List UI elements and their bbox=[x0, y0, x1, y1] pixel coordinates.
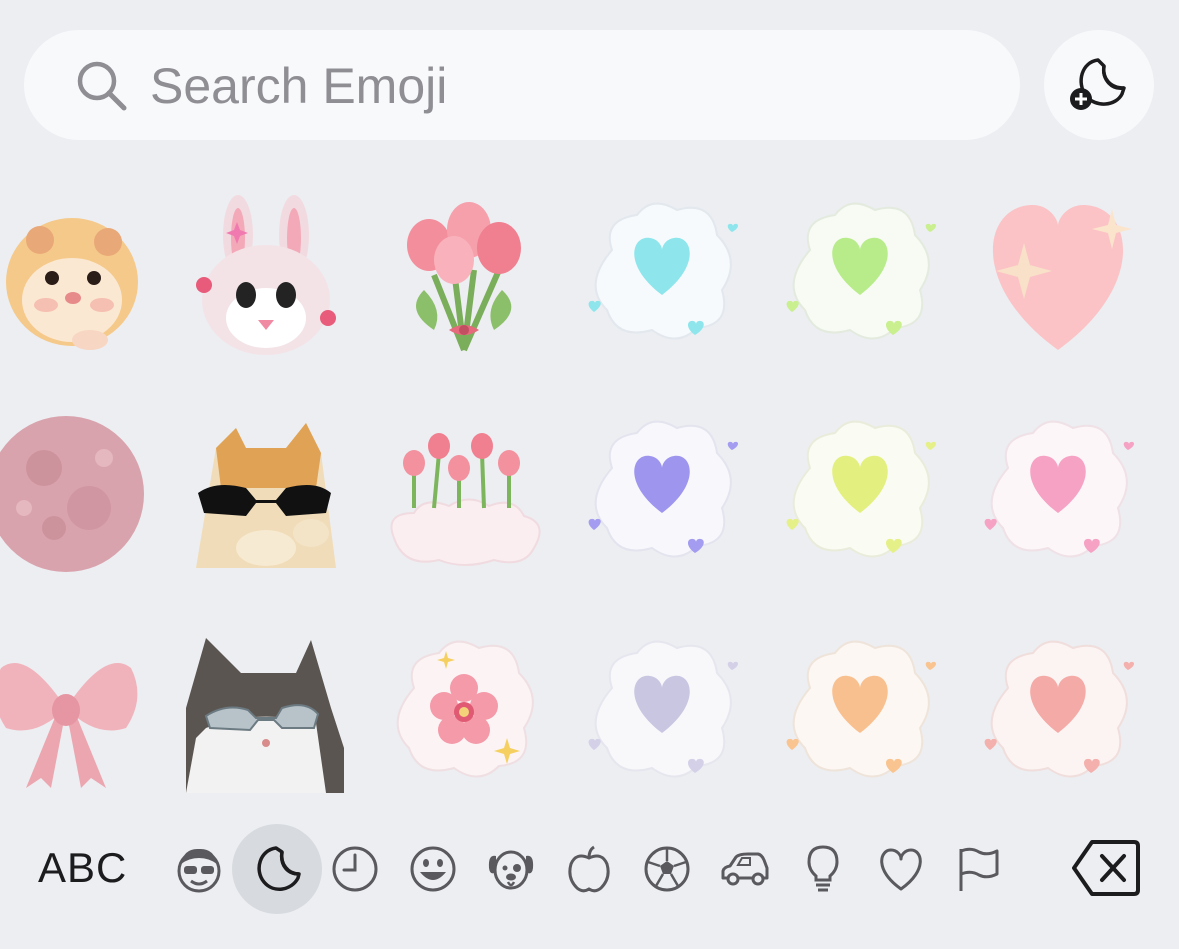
travel-car-icon bbox=[721, 852, 769, 886]
activity-ball-icon bbox=[644, 846, 690, 892]
sticker-tulips-on-cloud[interactable] bbox=[384, 408, 544, 578]
sticker-bunny-memoji[interactable] bbox=[186, 190, 346, 360]
add-sticker-button[interactable] bbox=[1044, 30, 1154, 140]
animal-icon bbox=[488, 850, 534, 890]
search-icon bbox=[77, 61, 127, 111]
sticker-pink-heart-cloud[interactable] bbox=[978, 408, 1138, 578]
category-animals[interactable] bbox=[466, 824, 556, 914]
category-smileys[interactable] bbox=[388, 824, 478, 914]
sticker-green-heart-cloud[interactable] bbox=[780, 190, 940, 360]
sticker-tulip-bouquet[interactable] bbox=[384, 190, 544, 360]
sticker-blue-heart-cloud[interactable] bbox=[582, 190, 742, 360]
sticker-cat-with-sunglasses[interactable] bbox=[186, 408, 346, 578]
delete-backspace-button[interactable] bbox=[1070, 838, 1142, 898]
sticker-lavender-heart-cloud[interactable] bbox=[582, 628, 742, 798]
category-symbols[interactable] bbox=[856, 824, 946, 914]
sticker-pink-moon[interactable] bbox=[0, 408, 144, 578]
sticker-flower-cloud[interactable] bbox=[384, 628, 544, 798]
category-flags[interactable] bbox=[934, 824, 1024, 914]
category-food[interactable] bbox=[544, 824, 634, 914]
category-objects[interactable] bbox=[778, 824, 868, 914]
category-bar: ABC bbox=[0, 820, 1179, 949]
sticker-orange-heart-cloud[interactable] bbox=[780, 628, 940, 798]
smiley-icon bbox=[410, 846, 456, 892]
abc-keyboard-button[interactable]: ABC bbox=[38, 844, 127, 892]
sticker-hamster[interactable] bbox=[0, 190, 150, 360]
sticker-icon bbox=[257, 846, 301, 891]
category-travel[interactable] bbox=[700, 824, 790, 914]
flags-icon bbox=[959, 847, 999, 891]
objects-bulb-icon bbox=[807, 845, 839, 892]
symbols-heart-icon bbox=[880, 848, 922, 891]
sticker-peach-sparkle-heart[interactable] bbox=[978, 190, 1138, 360]
category-memoji[interactable] bbox=[154, 824, 244, 914]
memoji-icon bbox=[177, 848, 221, 893]
sticker-yellow-heart-cloud[interactable] bbox=[780, 408, 940, 578]
category-stickers[interactable] bbox=[232, 824, 322, 914]
recent-clock-icon bbox=[332, 846, 378, 892]
sticker-cat-with-silver-sunglasses[interactable] bbox=[186, 628, 346, 798]
food-apple-icon bbox=[568, 845, 610, 893]
sticker-pink-bow[interactable] bbox=[0, 628, 146, 798]
sticker-coral-heart-cloud[interactable] bbox=[978, 628, 1138, 798]
backspace-icon bbox=[1072, 840, 1140, 896]
search-bar[interactable] bbox=[24, 30, 1020, 140]
search-input[interactable] bbox=[148, 50, 972, 122]
sticker-grid bbox=[0, 180, 1179, 810]
sticker-add-icon bbox=[1070, 58, 1126, 110]
category-activity[interactable] bbox=[622, 824, 712, 914]
category-recent[interactable] bbox=[310, 824, 400, 914]
sticker-purple-heart-cloud[interactable] bbox=[582, 408, 742, 578]
